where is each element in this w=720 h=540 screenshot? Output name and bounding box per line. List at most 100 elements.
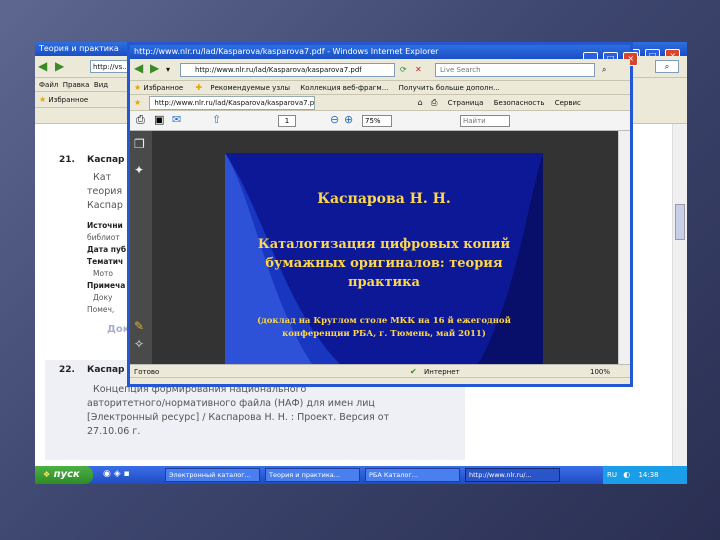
slide-title: Каталогизация цифровых копий бумажных ор…	[225, 235, 543, 292]
menu-edit[interactable]: Правка	[63, 81, 90, 89]
back-arrow-icon[interactable]: ◀	[38, 60, 47, 72]
slide-note-line: конференции РБА, г. Тюмень, май 2011)	[282, 329, 486, 339]
pages-panel-icon[interactable]: ❐	[134, 138, 145, 150]
tools-menu[interactable]: Сервис	[555, 99, 581, 107]
comments-icon[interactable]: ✎	[134, 320, 144, 332]
slide-title-line: Каталогизация цифровых копий	[257, 237, 511, 252]
status-zone: Интернет	[424, 368, 460, 376]
entry-number: 22.	[59, 365, 75, 375]
security-menu[interactable]: Безопасность	[494, 99, 545, 107]
field-value: библиот	[87, 233, 120, 242]
check-icon: ✔	[410, 367, 417, 376]
address-field[interactable]: http://www.nlr.ru/lad/Kasparova/kasparov…	[180, 63, 395, 77]
ie-window: http://www.nlr.ru/lad/Kasparova/kasparov…	[127, 42, 639, 387]
favorite-link[interactable]: Коллекция веб-фрагм...	[300, 84, 388, 92]
entry-line: Кат	[93, 172, 112, 183]
tab-star-icon[interactable]: ★	[134, 98, 141, 108]
status-bar: Готово ✔ Интернет 100%	[130, 364, 630, 378]
field-value: Доку	[93, 293, 113, 302]
back-favorites-label[interactable]: Избранное	[48, 96, 88, 104]
field-value: Помеч,	[87, 305, 115, 314]
field-label: Примеча	[87, 281, 126, 290]
taskbar-item[interactable]: Электронный каталог...	[165, 468, 260, 482]
slide-title-line: бумажных оригиналов: теория	[265, 256, 503, 271]
home-icon[interactable]: ⌂	[418, 98, 423, 108]
field-label: Дата пуб	[87, 245, 127, 254]
slide-title-line: практика	[348, 275, 420, 290]
taskbar-item[interactable]: РБА Каталог...	[365, 468, 460, 482]
back-scrollbar[interactable]	[672, 124, 687, 466]
tab-active[interactable]: http://www.nlr.ru/lad/Kasparova/kasparov…	[149, 96, 316, 110]
forward-arrow-icon[interactable]: ▶	[55, 60, 64, 72]
status-zoom[interactable]: 100%	[590, 365, 610, 377]
star-icon: ★	[39, 95, 47, 104]
zoom-field[interactable]: 75%	[362, 115, 392, 127]
entry-title[interactable]: Каспар	[87, 154, 125, 166]
tray-icon[interactable]: ◐	[623, 470, 630, 480]
start-button[interactable]: ❖ пуск	[35, 466, 93, 484]
back-address-field[interactable]: http://vs...	[90, 60, 130, 73]
entry-title[interactable]: Каспар	[87, 364, 125, 376]
screen: Теория и практика _ □ × ◀ ▶ http://vs...…	[35, 42, 687, 484]
ie-window-title: http://www.nlr.ru/lad/Kasparova/kasparov…	[134, 47, 439, 56]
pdf-mail-icon[interactable]: ✉	[172, 114, 181, 125]
search-field[interactable]: Live Search	[435, 63, 595, 77]
slide-note: (доклад на Круглом столе МКК на 16 й еже…	[225, 315, 543, 341]
search-icon[interactable]: ⌕	[602, 65, 606, 75]
pdf-up-icon[interactable]: ⇧	[212, 114, 221, 125]
bookmarks-icon[interactable]: ✦	[134, 164, 144, 176]
ie-navbar: ◀ ▶ ▾ http://www.nlr.ru/lad/Kasparova/ka…	[130, 59, 630, 81]
taskbar-item[interactable]: Теория и практика...	[265, 468, 360, 482]
add-favorite-icon[interactable]: ✚	[195, 83, 202, 93]
slide-author: Каспарова Н. Н.	[317, 191, 451, 207]
language-indicator[interactable]: RU	[607, 471, 617, 479]
dropdown-icon[interactable]: ▾	[166, 65, 170, 75]
refresh-icon[interactable]: ⟳	[400, 65, 407, 75]
attachment-icon[interactable]: ✧	[134, 338, 144, 350]
favorite-link[interactable]: Рекомендуемые узлы	[210, 84, 290, 92]
pdf-sidebar: ❐ ✦ ✎ ✧	[130, 131, 152, 364]
taskbar: ❖ пуск ◉ ◈ ▪ Электронный каталог... Теор…	[35, 466, 687, 484]
slide-background: { "back_window": { "title": "Теория и пр…	[0, 0, 720, 540]
taskbar-item-active[interactable]: http://www.nlr.ru/...	[465, 468, 560, 482]
system-tray: RU ◐ 14:38	[603, 466, 687, 484]
zoom-in-icon[interactable]: ⊕	[344, 114, 353, 125]
quicklaunch-icon[interactable]: ◉ ◈ ▪	[103, 469, 130, 479]
pdf-toolbar: ⎙ ▣ ✉ ⇧ 1 ⊖ ⊕ 75% Найти	[130, 111, 630, 131]
back-window-title: Теория и практика	[39, 44, 119, 53]
star-icon: ★	[134, 83, 142, 92]
page-menu[interactable]: Страница	[448, 99, 484, 107]
slide-page: Каспарова Н. Н. Каталогизация цифровых к…	[225, 153, 543, 369]
back-icon[interactable]: ◀	[134, 62, 143, 74]
pdf-save-icon[interactable]: ▣	[154, 114, 164, 125]
tab-row: ★ http://www.nlr.ru/lad/Kasparova/kaspar…	[130, 95, 630, 111]
zoom-out-icon[interactable]: ⊖	[330, 114, 339, 125]
favorites-button[interactable]: Избранное	[143, 84, 183, 92]
entry-line: теория	[87, 186, 123, 197]
entry-number: 21.	[59, 155, 75, 165]
entry-line: Каспар	[87, 200, 123, 211]
back-search-icon[interactable]: ⌕	[655, 60, 679, 73]
field-label: Тематич	[87, 257, 124, 266]
back-tabbar	[35, 108, 135, 124]
menu-file[interactable]: Файл	[39, 81, 58, 89]
back-toolbar-right	[633, 78, 687, 124]
status-text: Готово	[134, 368, 160, 376]
pdf-scrollbar[interactable]	[618, 131, 630, 364]
field-label: Источни	[87, 221, 123, 230]
pdf-print-icon[interactable]: ⎙	[136, 114, 145, 125]
print-icon[interactable]: ⎙	[431, 98, 437, 108]
favorite-link[interactable]: Получить больше дополн...	[399, 84, 500, 92]
pdf-find-field[interactable]: Найти	[460, 115, 510, 127]
menu-view[interactable]: Вид	[94, 81, 108, 89]
back-favbar: ★ Избранное	[35, 92, 135, 108]
windows-logo-icon: ❖	[43, 470, 51, 479]
start-label: пуск	[53, 469, 80, 480]
stop-icon[interactable]: ✕	[415, 65, 422, 75]
ie-titlebar: http://www.nlr.ru/lad/Kasparova/kasparov…	[130, 45, 630, 59]
forward-icon[interactable]: ▶	[150, 62, 159, 74]
page-number-field[interactable]: 1	[278, 115, 296, 127]
field-value: Мото	[93, 269, 114, 278]
clock[interactable]: 14:38	[638, 471, 658, 479]
back-scroll-thumb[interactable]	[675, 204, 685, 240]
